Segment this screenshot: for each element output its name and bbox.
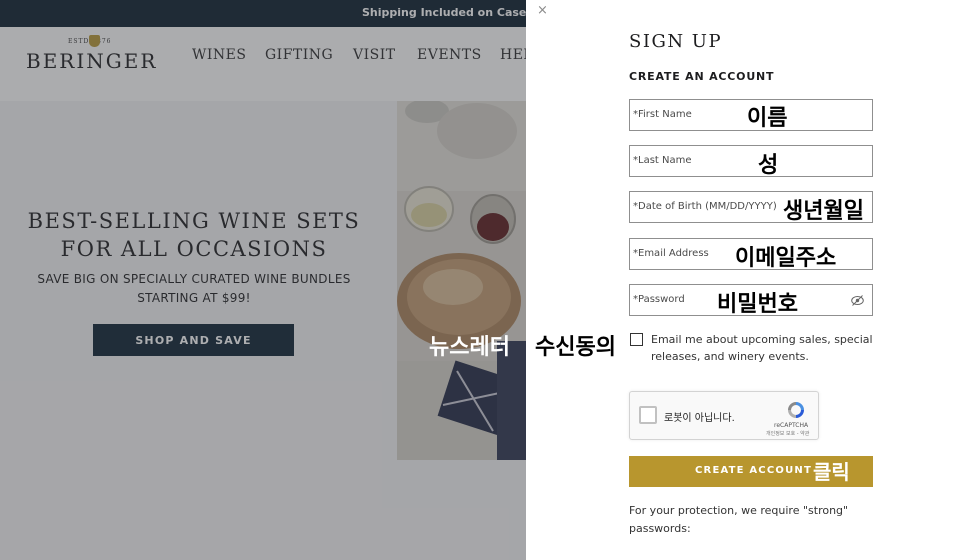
first-name-field[interactable]: *First Name 이름: [629, 99, 873, 131]
annotation-last-name: 성: [758, 153, 779, 178]
create-account-button[interactable]: CREATE ACCOUNT 클릭: [629, 456, 873, 487]
recaptcha-terms-link[interactable]: 개인정보 보호 - 약관: [766, 430, 809, 437]
recaptcha-logo-icon: [788, 402, 804, 418]
last-name-placeholder: *Last Name: [633, 155, 692, 166]
newsletter-checkbox[interactable]: [630, 333, 643, 346]
create-account-label: CREATE ACCOUNT: [695, 465, 812, 476]
last-name-field[interactable]: *Last Name 성: [629, 145, 873, 178]
annotation-date-of-birth: 생년월일: [783, 199, 864, 224]
password-placeholder: *Password: [633, 294, 685, 305]
password-field[interactable]: *Password 비밀번호: [629, 284, 873, 317]
password-requirements-note: For your protection, we require "strong"…: [629, 504, 849, 535]
signup-panel: × SIGN UP CREATE AN ACCOUNT *First Name …: [526, 0, 960, 560]
date-of-birth-field[interactable]: *Date of Birth (MM/DD/YYYY) 생년월일: [629, 191, 873, 224]
recaptcha-brand: reCAPTCHA: [774, 422, 809, 429]
recaptcha-label: 로봇이 아닙니다.: [664, 413, 735, 424]
close-icon[interactable]: ×: [537, 3, 548, 18]
first-name-placeholder: *First Name: [633, 109, 692, 120]
annotation-newsletter-part2: 수신동의: [535, 335, 616, 360]
recaptcha-checkbox[interactable]: [639, 406, 657, 424]
annotation-email: 이메일주소: [735, 246, 837, 271]
panel-subtitle: CREATE AN ACCOUNT: [629, 70, 775, 83]
panel-title: SIGN UP: [629, 31, 723, 52]
show-password-eye-icon[interactable]: [851, 294, 864, 307]
annotation-click: 클릭: [813, 460, 850, 484]
annotation-newsletter-part1: 뉴스레터: [429, 335, 510, 360]
annotation-password: 비밀번호: [717, 292, 798, 317]
annotation-first-name: 이름: [747, 106, 788, 131]
newsletter-label[interactable]: Email me about upcoming sales, special r…: [651, 331, 873, 365]
email-field[interactable]: *Email Address 이메일주소: [629, 238, 873, 271]
date-of-birth-placeholder: *Date of Birth (MM/DD/YYYY): [633, 201, 777, 212]
email-placeholder: *Email Address: [633, 248, 709, 259]
recaptcha-widget: 로봇이 아닙니다. reCAPTCHA 개인정보 보호 - 약관: [629, 391, 819, 440]
